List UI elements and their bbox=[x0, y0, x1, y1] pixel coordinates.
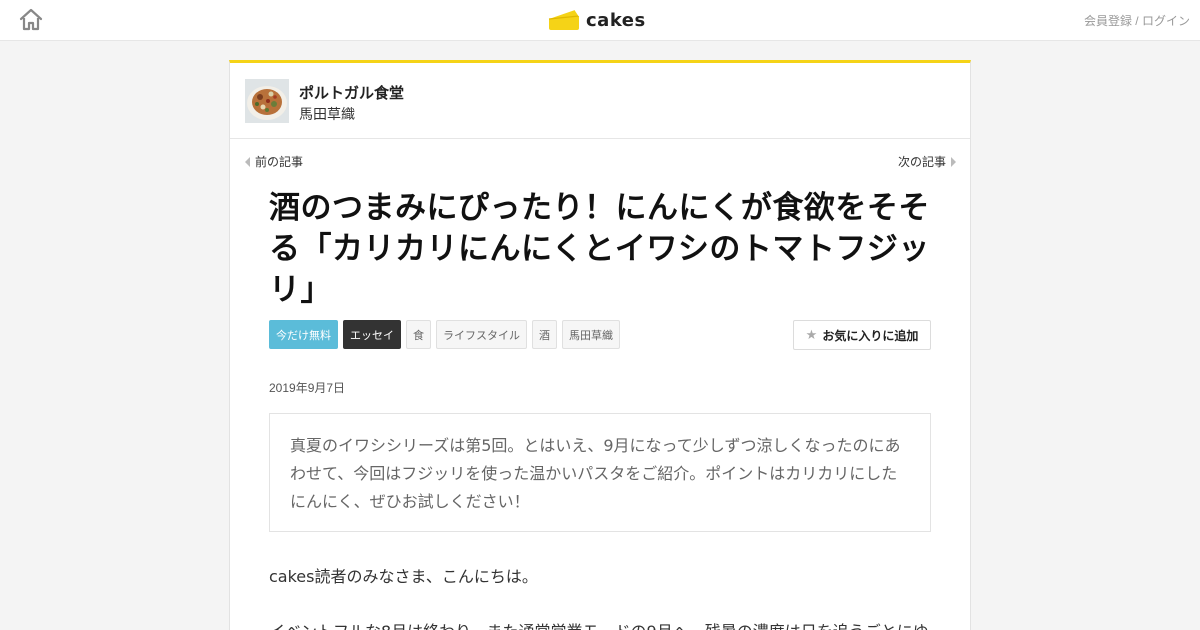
tag-free[interactable]: 今だけ無料 bbox=[269, 320, 338, 349]
series-author[interactable]: 馬田草織 bbox=[299, 104, 355, 124]
publish-date: 2019年9月7日 bbox=[269, 381, 346, 395]
prev-article-label: 前の記事 bbox=[255, 155, 304, 169]
article-lead: 真夏のイワシシリーズは第5回。とはいえ、9月になって少しずつ涼しくなったのにあわ… bbox=[269, 413, 931, 532]
series-thumbnail[interactable] bbox=[245, 79, 289, 123]
auth-links: 会員登録 / ログイン bbox=[1084, 12, 1190, 29]
body-paragraph: イベントフルな8月は終わり、また通常営業モードの9月へ。残暑の濃度は日を追うごと… bbox=[269, 618, 931, 630]
article-card: ポルトガル食堂 馬田草織 前の記事 次の記事 酒のつまみにぴったり！にんにくが食… bbox=[229, 60, 971, 630]
auth-separator: / bbox=[1131, 14, 1142, 28]
tag-essay[interactable]: エッセイ bbox=[343, 320, 401, 349]
cake-logo-icon bbox=[548, 9, 580, 30]
add-favorite-button[interactable]: ★ お気に入りに追加 bbox=[793, 320, 931, 350]
star-icon: ★ bbox=[805, 327, 818, 343]
chevron-right-icon bbox=[951, 156, 956, 167]
article-title: 酒のつまみにぴったり！にんにくが食欲をそそる「カリカリにんにくとイワシのトマトフ… bbox=[269, 190, 930, 308]
next-article-label: 次の記事 bbox=[897, 155, 946, 169]
next-article-link[interactable]: 次の記事 bbox=[898, 153, 956, 170]
chevron-left-icon bbox=[245, 156, 250, 167]
logo-text: cakes bbox=[586, 9, 646, 31]
tag-alcohol[interactable]: 酒 bbox=[532, 320, 557, 349]
cakes-logo[interactable]: cakes bbox=[547, 6, 646, 34]
series-title[interactable]: ポルトガル食堂 bbox=[299, 82, 404, 103]
tag-food[interactable]: 食 bbox=[406, 320, 431, 349]
login-link[interactable]: ログイン bbox=[1142, 14, 1190, 28]
body-paragraph: cakes読者のみなさま、こんにちは。 bbox=[269, 567, 538, 586]
tag-list: 今だけ無料 エッセイ 食 ライフスタイル 酒 馬田草織 bbox=[269, 320, 620, 349]
tag-author[interactable]: 馬田草織 bbox=[562, 320, 620, 349]
home-icon[interactable] bbox=[18, 8, 44, 32]
series-header: ポルトガル食堂 馬田草織 bbox=[230, 63, 970, 139]
tag-lifestyle[interactable]: ライフスタイル bbox=[436, 320, 527, 349]
register-link[interactable]: 会員登録 bbox=[1084, 14, 1132, 28]
prev-article-link[interactable]: 前の記事 bbox=[245, 153, 303, 170]
top-bar: cakes 会員登録 / ログイン bbox=[0, 0, 1200, 41]
add-favorite-label: お気に入りに追加 bbox=[822, 328, 919, 343]
